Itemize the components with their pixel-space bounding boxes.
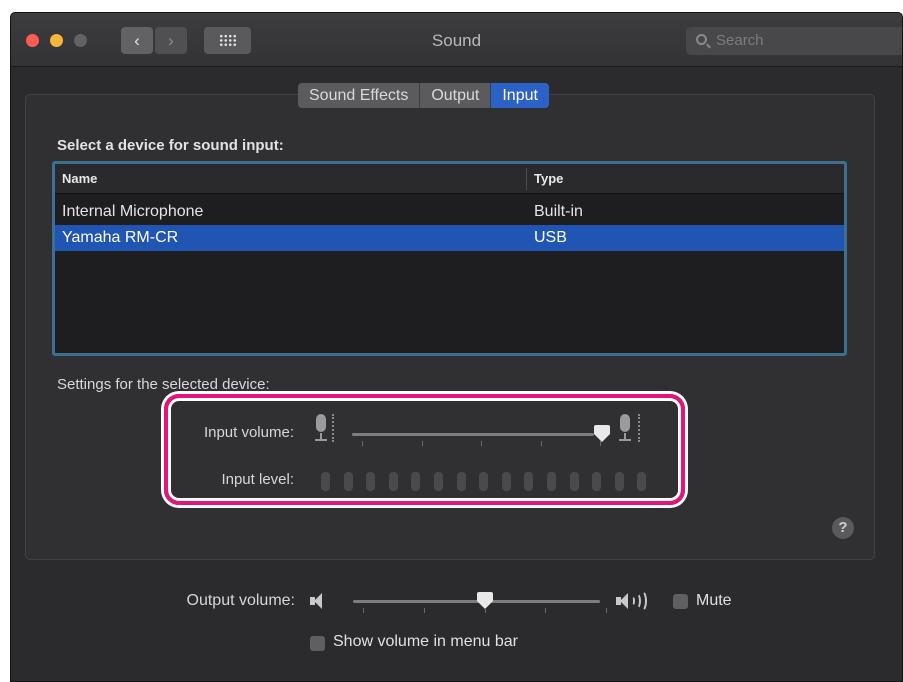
table-header: Name Type — [55, 164, 844, 194]
search-field[interactable]: Search — [686, 27, 902, 55]
column-divider — [526, 168, 527, 190]
tab-sound-effects[interactable]: Sound Effects — [298, 83, 421, 108]
search-icon — [696, 34, 707, 45]
title-bar: ‹ › Sound Search — [11, 13, 902, 67]
speaker-low-icon — [310, 593, 328, 609]
table-row-selected[interactable]: Yamaha RM-CR USB — [55, 225, 844, 251]
input-device-table[interactable]: Name Type Internal Microphone Built-in Y… — [52, 161, 847, 356]
show-volume-label[interactable]: Show volume in menu bar — [333, 633, 518, 651]
slider-tick — [545, 608, 547, 613]
annotation-highlight-box — [164, 394, 685, 505]
show-volume-checkbox[interactable] — [310, 636, 325, 651]
settings-heading: Settings for the selected device: — [57, 376, 270, 393]
device-type: USB — [534, 229, 567, 246]
mute-checkbox[interactable] — [673, 594, 688, 609]
slider-tick — [423, 608, 425, 613]
help-button[interactable]: ? — [832, 517, 854, 539]
column-header-type[interactable]: Type — [534, 164, 563, 194]
device-type: Built-in — [534, 203, 583, 220]
input-device-heading: Select a device for sound input: — [57, 137, 284, 154]
slider-tick — [606, 608, 607, 613]
tab-output[interactable]: Output — [420, 83, 492, 108]
mute-label[interactable]: Mute — [696, 592, 732, 610]
tab-bar: Sound Effects Output Input — [298, 83, 549, 108]
search-placeholder: Search — [716, 32, 764, 49]
column-header-name[interactable]: Name — [62, 164, 97, 194]
speaker-high-icon — [616, 590, 660, 612]
device-name: Yamaha RM-CR — [62, 229, 179, 246]
slider-tick — [363, 608, 364, 613]
slider-tick — [484, 608, 486, 613]
table-row[interactable]: Internal Microphone Built-in — [55, 199, 844, 225]
output-volume-label: Output volume: — [186, 592, 296, 609]
tab-input[interactable]: Input — [491, 83, 549, 108]
help-icon: ? — [838, 519, 848, 536]
device-name: Internal Microphone — [62, 203, 204, 220]
